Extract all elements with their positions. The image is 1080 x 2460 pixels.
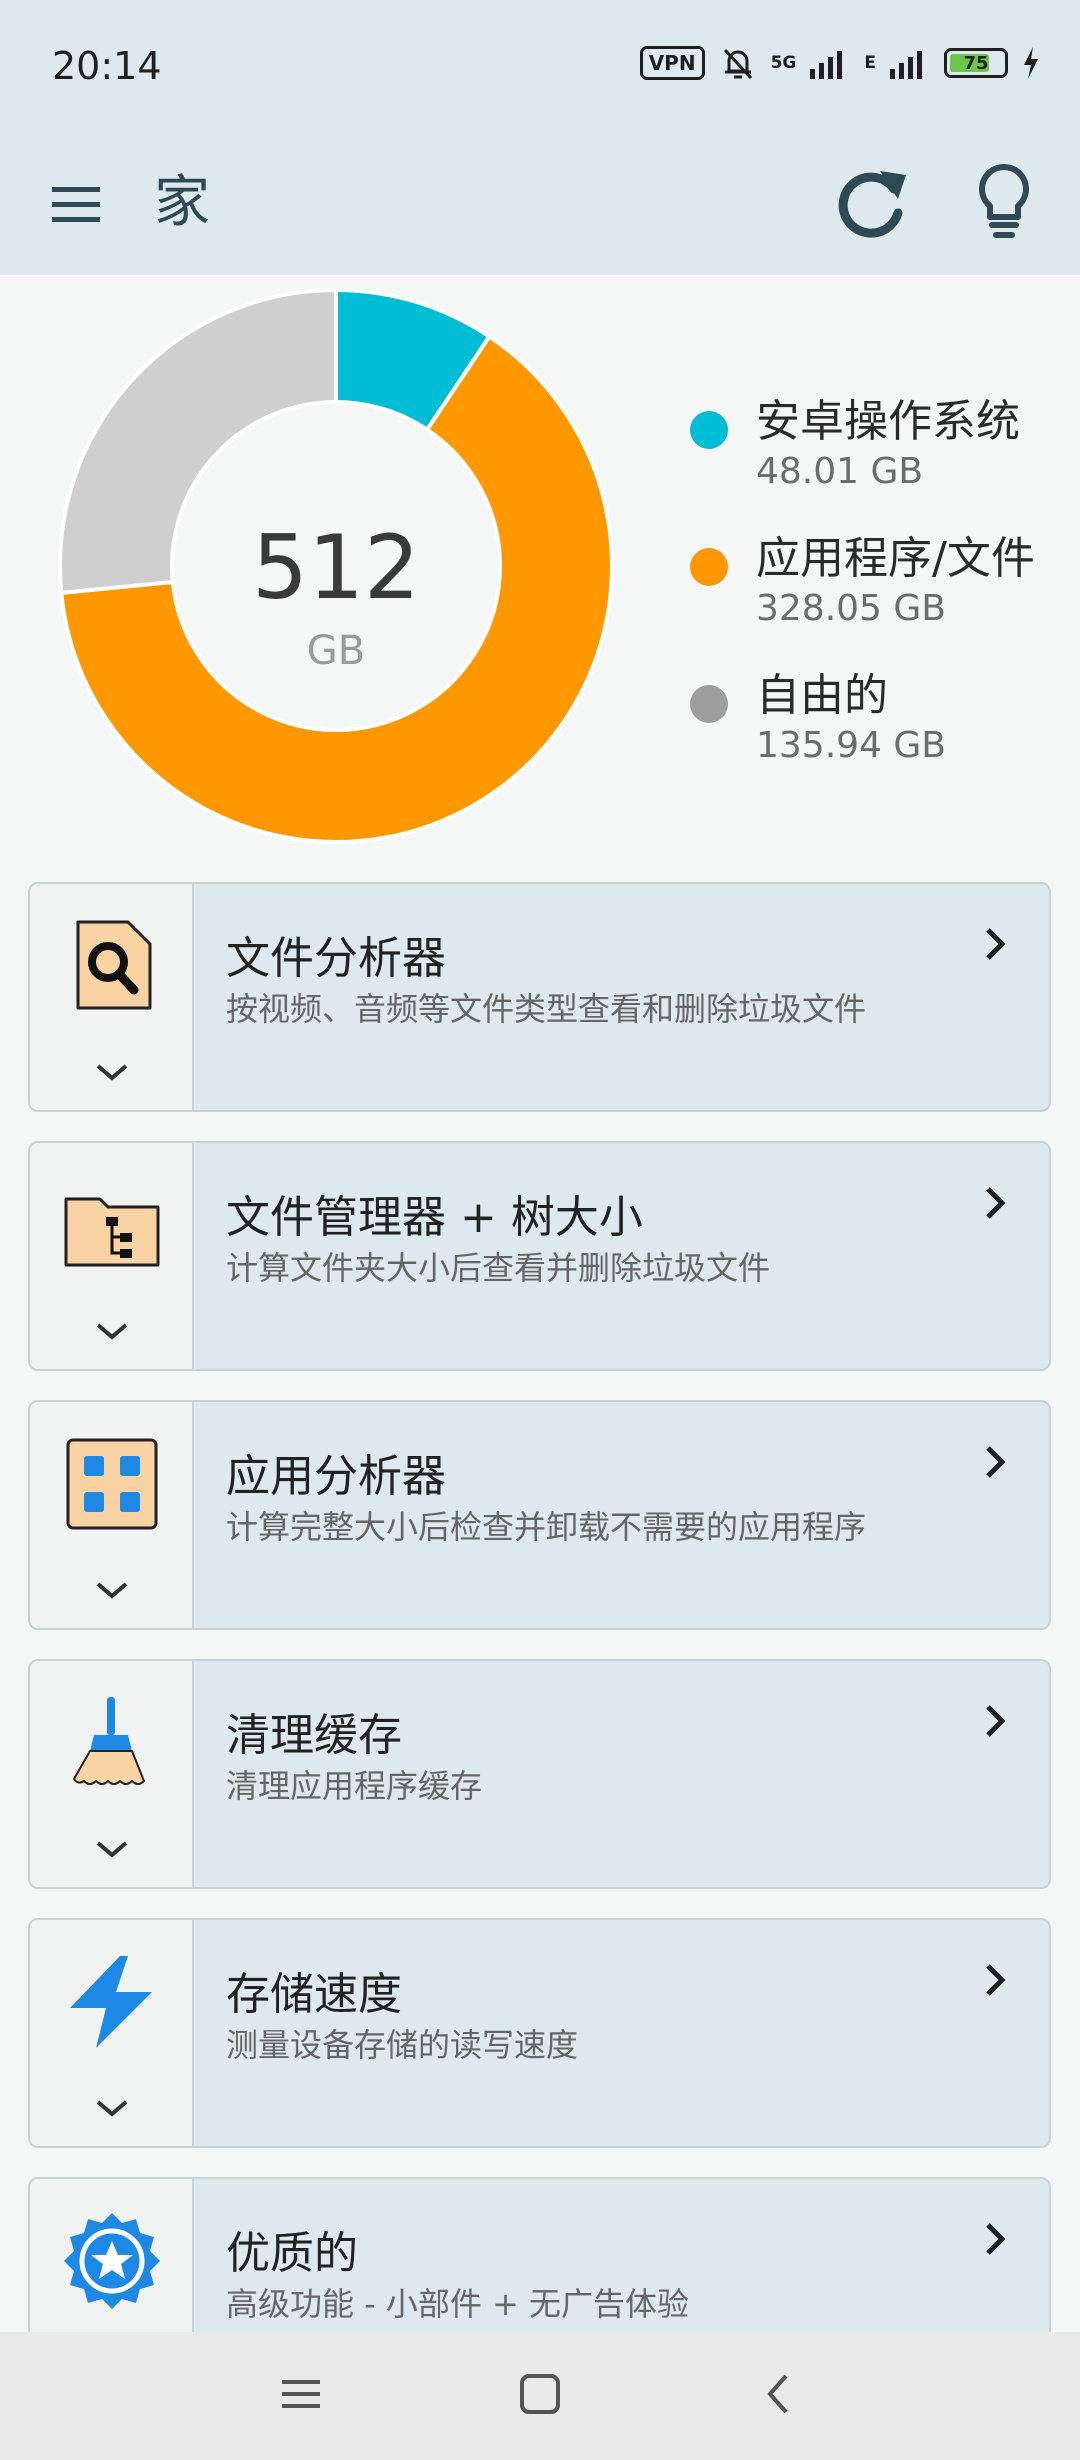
card-title: 存储速度 [226,1969,402,2020]
lightning-icon [70,1956,152,2048]
legend-label-free: 自由的 [756,670,888,721]
status-bar: 20:14 VPN 5G E 75 [0,0,1080,135]
storage-total-value: 512 [252,516,420,619]
card-subtitle: 测量设备存储的读写速度 [226,2026,579,2064]
card-title: 文件分析器 [226,933,446,984]
card-subtitle: 按视频、音频等文件类型查看和删除垃圾文件 [226,990,867,1028]
legend-dot-apps [690,548,728,586]
network-type-label: 5G [770,53,797,73]
legend-value-system: 48.01 GB [756,451,924,492]
vpn-icon: VPN [639,46,705,80]
chevron-right-icon[interactable] [980,924,1010,964]
premium-star-icon [64,2213,160,2309]
card-icon-panel [30,1920,194,2146]
signal-icon [810,51,843,79]
card-subtitle: 高级功能 - 小部件 + 无广告体验 [226,2285,690,2323]
page-title: 家 [154,170,210,235]
storage-total-unit: GB [306,628,366,674]
card-icon-panel [30,1661,194,1887]
card-subtitle: 计算文件夹大小后查看并删除垃圾文件 [226,1249,771,1287]
battery-level: 75 [963,52,989,74]
status-time: 20:14 [52,44,162,88]
folder-tree-icon [64,1197,160,1267]
card-title: 文件管理器 + 树大小 [226,1192,643,1243]
broom-icon [73,1697,145,1785]
legend-value-free: 135.94 GB [756,725,947,766]
app-bar: 家 [0,135,1080,275]
network-type-label-2: E [864,53,876,73]
card-file-manager[interactable]: 文件管理器 + 树大小 计算文件夹大小后查看并删除垃圾文件 [28,1141,1051,1371]
card-title: 清理缓存 [226,1710,402,1761]
card-clean-cache[interactable]: 清理缓存 清理应用程序缓存 [28,1659,1051,1889]
lightbulb-icon[interactable] [968,153,1040,253]
chevron-right-icon[interactable] [980,1701,1010,1741]
card-title: 优质的 [226,2228,358,2279]
chevron-down-icon[interactable] [94,1837,130,1861]
refresh-icon[interactable] [832,153,912,253]
chevron-down-icon[interactable] [94,1578,130,1602]
chevron-right-icon[interactable] [980,1183,1010,1223]
card-file-analyzer[interactable]: 文件分析器 按视频、音频等文件类型查看和删除垃圾文件 [28,882,1051,1112]
chevron-right-icon[interactable] [980,2219,1010,2259]
chevron-down-icon[interactable] [94,1060,130,1084]
legend-label-system: 安卓操作系统 [756,396,1020,447]
legend-value-apps: 328.05 GB [756,588,947,629]
recent-apps-icon[interactable] [278,2370,326,2418]
card-subtitle: 清理应用程序缓存 [226,1767,483,1805]
chevron-down-icon[interactable] [94,1319,130,1343]
legend-label-apps: 应用程序/文件 [756,533,1035,584]
card-icon-panel [30,884,194,1110]
card-icon-panel [30,1143,194,1369]
card-icon-panel [30,1402,194,1628]
chevron-right-icon[interactable] [980,1442,1010,1482]
system-nav-bar [0,2332,1080,2460]
status-icons: VPN 5G E 75 [639,44,1040,82]
card-title: 应用分析器 [226,1451,446,1502]
file-search-icon [76,920,152,1010]
signal-icon-2 [890,51,922,79]
chevron-down-icon[interactable] [94,2096,130,2120]
apps-grid-icon [66,1438,158,1530]
menu-icon[interactable] [48,175,108,235]
chevron-right-icon[interactable] [980,1960,1010,2000]
home-icon[interactable] [516,2370,564,2418]
legend-dot-free [690,685,728,723]
legend-dot-system [690,411,728,449]
battery-icon: 75 [944,48,1008,78]
charging-icon [1024,47,1038,79]
card-app-analyzer[interactable]: 应用分析器 计算完整大小后检查并卸载不需要的应用程序 [28,1400,1051,1630]
mute-bell-icon [723,48,752,80]
card-subtitle: 计算完整大小后检查并卸载不需要的应用程序 [226,1508,867,1546]
back-icon[interactable] [756,2370,804,2418]
card-storage-speed[interactable]: 存储速度 测量设备存储的读写速度 [28,1918,1051,2148]
